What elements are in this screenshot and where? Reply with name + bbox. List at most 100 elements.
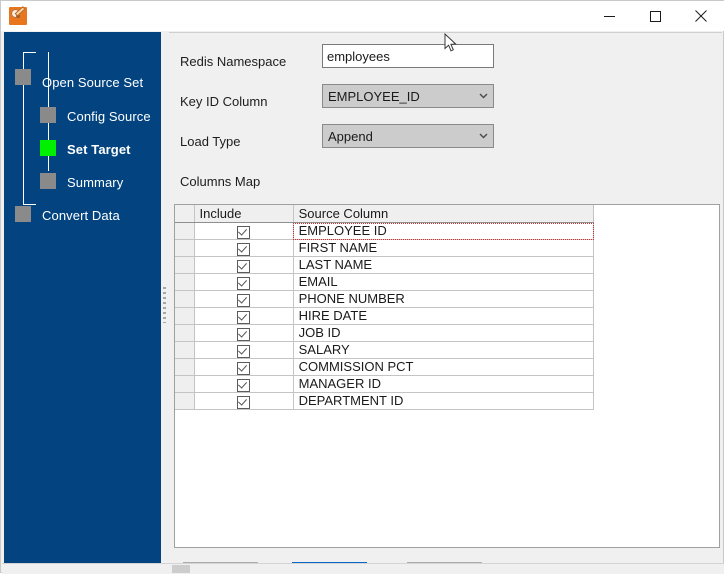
- source-column-cell[interactable]: JOB ID: [293, 324, 595, 342]
- include-checkbox[interactable]: [237, 276, 251, 290]
- header-source-column[interactable]: Source Column: [293, 205, 595, 223]
- chevron-down-icon: [473, 93, 493, 99]
- sidebar-item-config-source[interactable]: Config Source: [67, 109, 151, 124]
- include-checkbox[interactable]: [237, 395, 251, 409]
- sidebar-item-open-source-set[interactable]: Open Source Set: [42, 75, 143, 90]
- application-window: Open Source Set Config Source Set Target…: [0, 0, 724, 574]
- include-checkbox[interactable]: [237, 225, 251, 239]
- include-checkbox[interactable]: [237, 310, 251, 324]
- source-column-cell[interactable]: COMMISSION PCT: [293, 358, 595, 376]
- source-column-cell[interactable]: DEPARTMENT ID: [293, 392, 595, 410]
- table-body: EMPLOYEE ID FIRST NAME LAST NAME EMAIL PHONE…: [175, 222, 595, 410]
- app-icon: [9, 6, 27, 25]
- source-column-cell[interactable]: FIRST NAME: [293, 239, 595, 257]
- redis-namespace-input[interactable]: [322, 44, 494, 68]
- load-type-label: Load Type: [180, 134, 241, 149]
- row-selector-cell[interactable]: [175, 239, 195, 257]
- key-id-column-label: Key ID Column: [180, 94, 268, 109]
- header-row-selector[interactable]: [175, 205, 195, 223]
- title-bar: [1, 1, 724, 31]
- key-id-column-value: EMPLOYEE_ID: [328, 88, 420, 104]
- table-row[interactable]: SALARY: [175, 341, 595, 359]
- include-checkbox[interactable]: [237, 344, 251, 358]
- minimize-icon: [603, 15, 615, 17]
- load-type-value: Append: [328, 128, 373, 144]
- step-node-summary[interactable]: [40, 173, 56, 189]
- step-node-set-target[interactable]: [40, 140, 56, 156]
- row-selector-cell[interactable]: [175, 358, 195, 376]
- step-node-open-source-set[interactable]: [15, 69, 31, 85]
- include-cell[interactable]: [194, 273, 294, 291]
- include-checkbox[interactable]: [237, 293, 251, 307]
- columns-map-label: Columns Map: [180, 174, 261, 189]
- include-checkbox[interactable]: [237, 259, 251, 273]
- content-inner: Redis Namespace Key ID Column EMPLOYEE_I…: [169, 32, 722, 571]
- source-column-cell[interactable]: HIRE DATE: [293, 307, 595, 325]
- table-row[interactable]: COMMISSION PCT: [175, 358, 595, 376]
- tree-connector-h-1: [23, 52, 36, 53]
- row-selector-cell[interactable]: [175, 375, 195, 393]
- source-column-cell[interactable]: LAST NAME: [293, 256, 595, 274]
- load-type-select[interactable]: Append: [322, 124, 494, 148]
- step-node-config-source[interactable]: [40, 107, 56, 123]
- include-cell[interactable]: [194, 222, 294, 240]
- step-node-convert-data[interactable]: [15, 206, 31, 222]
- table-row[interactable]: EMAIL: [175, 273, 595, 291]
- columns-map-grid[interactable]: Include Source Column EMPLOYEE ID FIRST N…: [175, 205, 595, 410]
- sidebar-item-convert-data[interactable]: Convert Data: [42, 208, 120, 223]
- sidebar-item-summary[interactable]: Summary: [67, 175, 123, 190]
- table-header: Include Source Column: [175, 205, 595, 223]
- minimize-button[interactable]: [586, 1, 632, 31]
- row-selector-cell[interactable]: [175, 256, 195, 274]
- include-cell[interactable]: [194, 290, 294, 308]
- source-column-cell[interactable]: EMPLOYEE ID: [293, 222, 595, 240]
- sidebar-item-set-target[interactable]: Set Target: [67, 142, 131, 157]
- include-checkbox[interactable]: [237, 378, 251, 392]
- table-row[interactable]: FIRST NAME: [175, 239, 595, 257]
- include-checkbox[interactable]: [237, 327, 251, 341]
- source-column-cell[interactable]: PHONE NUMBER: [293, 290, 595, 308]
- splitter-grip[interactable]: [163, 287, 166, 323]
- row-selector-cell[interactable]: [175, 222, 195, 240]
- row-selector-cell[interactable]: [175, 324, 195, 342]
- table-header-row: Include Source Column: [175, 205, 595, 223]
- header-include[interactable]: Include: [194, 205, 294, 223]
- table-row[interactable]: EMPLOYEE ID: [175, 222, 595, 240]
- table-row[interactable]: PHONE NUMBER: [175, 290, 595, 308]
- horizontal-scrollbar-thumb[interactable]: [172, 565, 190, 573]
- source-column-cell[interactable]: SALARY: [293, 341, 595, 359]
- include-cell[interactable]: [194, 341, 294, 359]
- pencil-icon: [14, 6, 26, 17]
- table-row[interactable]: MANAGER ID: [175, 375, 595, 393]
- include-checkbox[interactable]: [237, 361, 251, 375]
- close-button[interactable]: [678, 1, 724, 31]
- include-cell[interactable]: [194, 358, 294, 376]
- row-selector-cell[interactable]: [175, 392, 195, 410]
- source-column-cell[interactable]: MANAGER ID: [293, 375, 595, 393]
- tree-connector-h-5: [23, 204, 36, 205]
- key-id-column-select[interactable]: EMPLOYEE_ID: [322, 84, 494, 108]
- wizard-step-sidebar: Open Source Set Config Source Set Target…: [4, 32, 161, 571]
- table-row[interactable]: LAST NAME: [175, 256, 595, 274]
- row-selector-cell[interactable]: [175, 341, 195, 359]
- chevron-down-icon: [473, 133, 493, 139]
- include-cell[interactable]: [194, 392, 294, 410]
- include-cell[interactable]: [194, 307, 294, 325]
- panel-splitter[interactable]: [161, 32, 169, 571]
- include-checkbox[interactable]: [237, 242, 251, 256]
- table-row[interactable]: HIRE DATE: [175, 307, 595, 325]
- maximize-button[interactable]: [632, 1, 678, 31]
- table-row[interactable]: JOB ID: [175, 324, 595, 342]
- include-cell[interactable]: [194, 256, 294, 274]
- include-cell[interactable]: [194, 375, 294, 393]
- horizontal-scrollbar[interactable]: [2, 563, 724, 574]
- columns-map-table: Include Source Column EMPLOYEE ID FIRST N…: [175, 205, 595, 410]
- row-selector-cell[interactable]: [175, 307, 195, 325]
- include-cell[interactable]: [194, 239, 294, 257]
- row-selector-cell[interactable]: [175, 273, 195, 291]
- table-row[interactable]: DEPARTMENT ID: [175, 392, 595, 410]
- row-selector-cell[interactable]: [175, 290, 195, 308]
- source-column-cell[interactable]: EMAIL: [293, 273, 595, 291]
- include-cell[interactable]: [194, 324, 294, 342]
- redis-namespace-label: Redis Namespace: [180, 54, 287, 69]
